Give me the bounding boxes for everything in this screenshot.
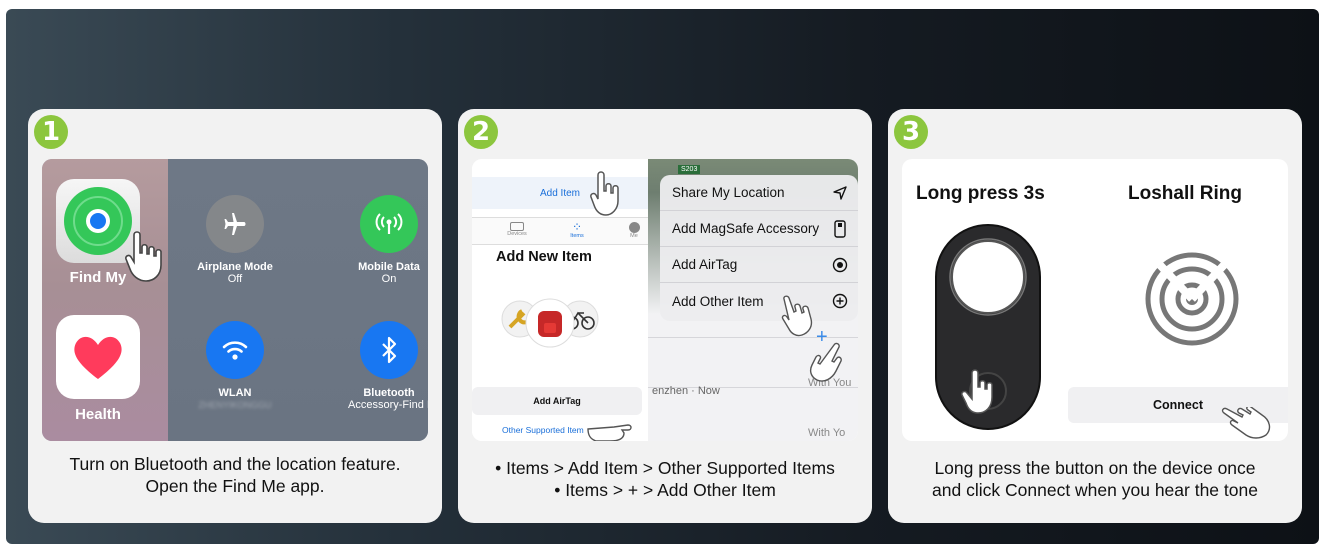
menu-add-other-item[interactable]: Add Other Item	[660, 283, 858, 319]
airplane-mode-label: Airplane Mode	[197, 261, 273, 273]
find-my-items-screenshot: Add Item Devices ⁘ Items Me Add New Item…	[472, 159, 858, 441]
control-center-screenshot: Find My Health Airplane Mode Off Mobile …	[42, 159, 428, 441]
add-menu: Share My Location Add MagSafe Accessory …	[660, 175, 858, 321]
tab-bar: Devices ⁘ Items Me	[472, 217, 648, 245]
device-pairing-illustration: Long press 3s Loshall Ring Connect	[902, 159, 1288, 441]
device-name-title: Loshall Ring	[1128, 183, 1242, 204]
airplane-icon	[224, 213, 246, 235]
other-supported-item-link[interactable]: Other Supported Item	[502, 425, 584, 435]
hand-pointer-icon	[587, 424, 632, 441]
wifi-icon	[222, 341, 248, 360]
tracker-device-icon	[935, 224, 1041, 430]
tab-devices[interactable]: Devices	[502, 222, 532, 237]
with-you-label: With Yo	[808, 427, 846, 439]
banner-background: 1 Find My Health Airplane Mode Off Mobil…	[6, 9, 1319, 544]
hand-pointer-icon	[590, 171, 619, 216]
step-2-badge: 2	[464, 115, 498, 149]
ring-radar-icon	[1145, 252, 1239, 346]
step-2-card: 2 Add Item Devices ⁘ Items Me Add New It…	[458, 109, 872, 523]
mobile-data-state: On	[381, 273, 397, 285]
menu-add-airtag[interactable]: Add AirTag	[660, 247, 858, 283]
location-arrow-icon	[833, 185, 847, 200]
step-1-caption: Turn on Bluetooth and the location featu…	[69, 454, 401, 496]
antenna-icon	[375, 213, 403, 234]
wlan-label: WLAN	[218, 387, 252, 399]
wlan-network-name: ZHENYIKONGGU	[198, 400, 272, 410]
wlan-toggle[interactable]	[206, 321, 264, 379]
bluetooth-icon	[382, 336, 397, 364]
hand-pointer-icon	[809, 342, 842, 382]
step-3-badge: 3	[894, 115, 928, 149]
hand-pointer-icon	[1221, 407, 1271, 439]
mobile-data-label: Mobile Data	[358, 261, 420, 273]
tab-me[interactable]: Me	[622, 222, 646, 239]
airtag-icon	[832, 257, 848, 272]
tab-items[interactable]: ⁘ Items	[562, 220, 592, 239]
hand-pointer-icon	[781, 295, 813, 337]
phone-icon	[834, 219, 846, 238]
step-1-card: 1 Find My Health Airplane Mode Off Mobil…	[28, 109, 442, 523]
map-road-label: S203	[678, 165, 701, 174]
heart-icon	[74, 336, 122, 379]
step-2-caption: • Items > Add Item > Other Supported Ite…	[495, 458, 835, 500]
devices-icon	[510, 222, 524, 231]
bluetooth-label: Bluetooth	[363, 387, 415, 399]
person-icon	[628, 222, 640, 233]
location-row-text: enzhen · Now	[652, 385, 720, 397]
airplane-mode-state: Off	[227, 273, 243, 285]
step-1-badge: 1	[34, 115, 68, 149]
items-illustration	[501, 298, 599, 348]
health-app-icon[interactable]	[56, 315, 140, 399]
items-grid-icon: ⁘	[571, 220, 583, 234]
airplane-mode-toggle[interactable]	[206, 195, 264, 253]
bluetooth-state: Accessory-Find I	[348, 399, 428, 411]
menu-add-magsafe[interactable]: Add MagSafe Accessory	[660, 211, 858, 247]
mobile-data-toggle[interactable]	[360, 195, 418, 253]
menu-share-location[interactable]: Share My Location	[660, 175, 858, 211]
health-label: Health	[75, 406, 121, 423]
add-item-button[interactable]: Add Item	[540, 188, 580, 199]
add-new-item-title: Add New Item	[496, 249, 592, 265]
hand-pointer-icon	[125, 231, 162, 282]
long-press-title: Long press 3s	[916, 183, 1045, 204]
step-3-card: 3 Long press 3s Loshall Ring Connect Lon…	[888, 109, 1302, 523]
step-3-caption: Long press the button on the device once…	[932, 458, 1258, 500]
bluetooth-toggle[interactable]	[360, 321, 418, 379]
plus-circle-icon	[832, 293, 848, 309]
add-airtag-button[interactable]: Add AirTag	[472, 387, 642, 415]
